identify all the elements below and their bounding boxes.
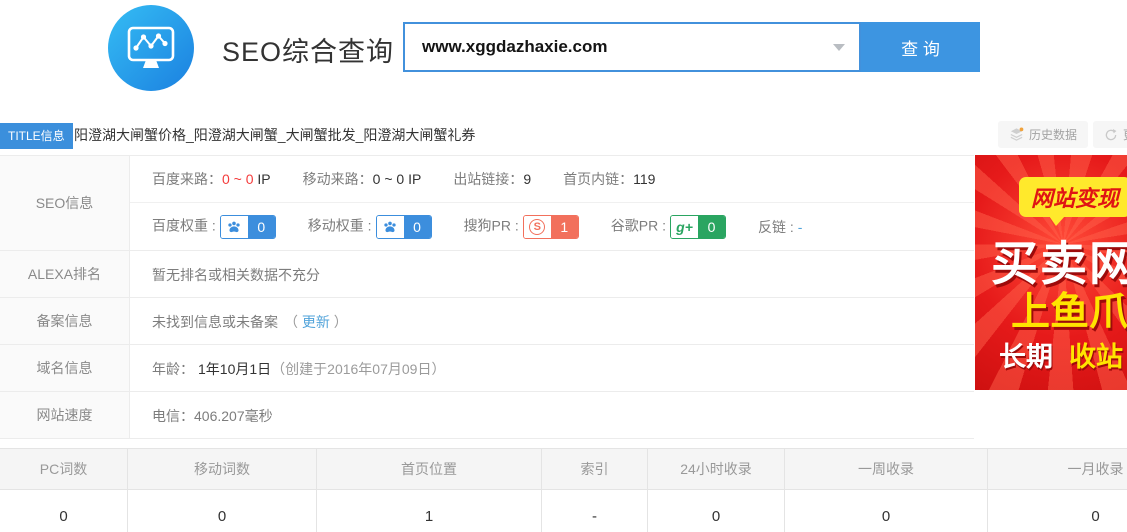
domain-label: 域名信息 — [0, 345, 130, 391]
homepage-inlinks-value: 119 — [633, 171, 655, 187]
baidu-weight: 百度权重 : 0 — [152, 215, 276, 239]
query-button[interactable]: 查 询 — [861, 22, 980, 72]
ad-subline: 上鱼爪 — [1011, 281, 1127, 337]
mobile-weight-badge[interactable]: 0 — [376, 215, 432, 239]
stats-value-24h: 0 — [648, 490, 785, 532]
stats-header-index: 索引 — [542, 448, 648, 490]
speed-row: 网站速度 电信：406.207毫秒 — [0, 392, 974, 439]
paw-icon — [226, 219, 242, 235]
domain-age-value: 1年10月1日 — [198, 359, 271, 379]
ad-footer: 长期收站 — [999, 335, 1123, 374]
google-plus-icon: g+ — [676, 219, 693, 235]
title-bar: TITLE信息 阳澄湖大闸蟹价格_阳澄湖大闸蟹_大闸蟹批发_阳澄湖大闸蟹礼券 历… — [0, 121, 1127, 149]
backlinks: 反链 : - — [758, 217, 802, 237]
ad-bubble-text: 网站变现 — [1019, 177, 1127, 217]
dropdown-arrow-icon[interactable] — [833, 44, 845, 51]
homepage-inlinks: 首页内链：119 — [563, 169, 655, 189]
stats-value-homepage-position: 1 — [317, 490, 542, 532]
stats-header-pc-words: PC词数 — [0, 448, 128, 490]
beian-value: 未找到信息或未备案 — [152, 312, 278, 332]
stats-header-month: 一月收录 — [988, 448, 1127, 490]
stats-value-month: 0 — [988, 490, 1127, 532]
keyword-stats-table: PC词数 移动词数 首页位置 索引 24小时收录 一周收录 一月收录 0 0 1… — [0, 448, 1127, 532]
seo-weight-line: 百度权重 : 0 移动权重 : 0 搜狗PR :S1 谷歌PR :g+0 反链 … — [130, 203, 974, 250]
stats-value-index: - — [542, 490, 648, 532]
refresh-icon — [1104, 128, 1118, 142]
seo-info-table: SEO信息 百度来路：0 ~ 0 IP 移动来路：0 ~ 0 IP 出站链接：9… — [0, 155, 974, 439]
stats-value-week: 0 — [785, 490, 988, 532]
sogou-pr-value: 1 — [551, 216, 578, 238]
refresh-more-button[interactable]: 更 — [1093, 121, 1127, 148]
alexa-value: 暂无排名或相关数据不充分 — [130, 251, 974, 298]
domain-row: 域名信息 年龄：1年10月1日（创建于2016年07月09日） — [0, 345, 974, 392]
seo-info-row: SEO信息 百度来路：0 ~ 0 IP 移动来路：0 ~ 0 IP 出站链接：9… — [0, 156, 974, 251]
sogou-icon: S — [529, 219, 545, 235]
baidu-traffic-value: 0 ~ 0 — [222, 171, 254, 187]
mobile-weight: 移动权重 : 0 — [308, 215, 432, 239]
sogou-pr: 搜狗PR :S1 — [464, 215, 579, 239]
title-info-badge: TITLE信息 — [0, 123, 73, 149]
google-pr-value: 0 — [698, 216, 725, 238]
refresh-more-label: 更 — [1123, 126, 1127, 143]
history-data-label: 历史数据 — [1029, 126, 1077, 143]
history-data-button[interactable]: 历史数据 — [998, 121, 1088, 148]
paw-icon — [382, 219, 398, 235]
stats-value-mobile-words: 0 — [128, 490, 317, 532]
google-pr-badge[interactable]: g+ 0 — [670, 215, 726, 239]
stats-value-pc-words: 0 — [0, 490, 128, 532]
beian-update-link[interactable]: 更新 — [302, 314, 330, 330]
alexa-row: ALEXA排名 暂无排名或相关数据不充分 — [0, 251, 974, 298]
seo-info-label: SEO信息 — [0, 156, 130, 250]
search-bar: 查 询 — [403, 22, 980, 72]
stats-header-mobile-words: 移动词数 — [128, 448, 317, 490]
beian-row: 备案信息 未找到信息或未备案（ 更新 ） — [0, 298, 974, 345]
speed-label: 网站速度 — [0, 392, 130, 438]
backlinks-value[interactable]: - — [798, 219, 803, 235]
speed-value: 电信：406.207毫秒 — [130, 392, 974, 439]
mobile-weight-value: 0 — [404, 216, 431, 238]
stats-value-row: 0 0 1 - 0 0 0 — [0, 490, 1127, 532]
sogou-pr-badge[interactable]: S1 — [523, 215, 579, 239]
page-title: 阳澄湖大闸蟹价格_阳澄湖大闸蟹_大闸蟹批发_阳澄湖大闸蟹礼券 — [74, 125, 475, 145]
google-pr: 谷歌PR :g+0 — [611, 215, 726, 239]
stats-header-24h: 24小时收录 — [648, 448, 785, 490]
alexa-label: ALEXA排名 — [0, 251, 130, 297]
outbound-links-value: 9 — [523, 171, 531, 187]
app-title: SEO综合查询 — [222, 30, 394, 69]
app-logo — [108, 5, 194, 91]
outbound-links: 出站链接：9 — [453, 169, 531, 189]
baidu-weight-badge[interactable]: 0 — [220, 215, 276, 239]
baidu-traffic: 百度来路：0 ~ 0 IP — [152, 169, 271, 189]
ad-banner[interactable]: 网站变现 买卖网站 上鱼爪 长期收站 — [975, 155, 1127, 390]
baidu-weight-value: 0 — [248, 216, 275, 238]
mobile-traffic: 移动来路：0 ~ 0 IP — [303, 169, 422, 189]
seo-traffic-line: 百度来路：0 ~ 0 IP 移动来路：0 ~ 0 IP 出站链接：9 首页内链：… — [130, 156, 974, 203]
monitor-chart-icon — [108, 5, 194, 91]
layers-icon — [1009, 127, 1024, 142]
stats-header-row: PC词数 移动词数 首页位置 索引 24小时收录 一周收录 一月收录 — [0, 448, 1127, 490]
mobile-traffic-value: 0 ~ 0 — [373, 171, 405, 187]
domain-created-note: （创建于2016年07月09日） — [271, 359, 445, 379]
stats-header-homepage-position: 首页位置 — [317, 448, 542, 490]
url-input[interactable] — [403, 22, 861, 72]
beian-label: 备案信息 — [0, 298, 130, 344]
stats-header-week: 一周收录 — [785, 448, 988, 490]
